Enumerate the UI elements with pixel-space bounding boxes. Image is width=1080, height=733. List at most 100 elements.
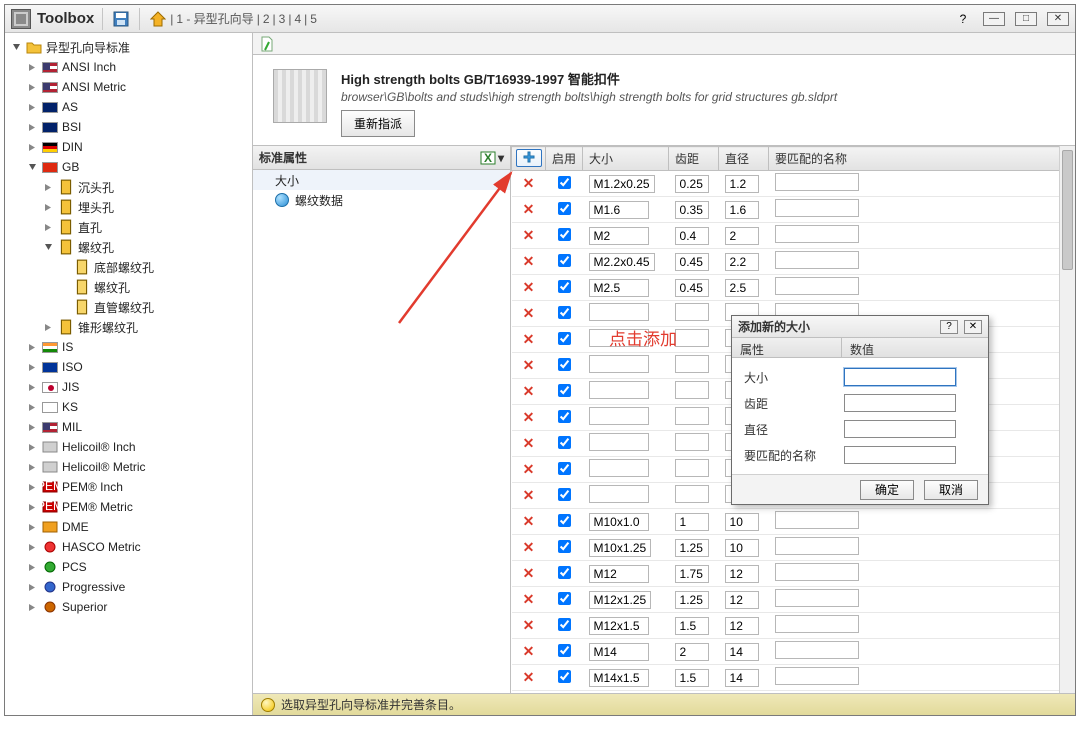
tree-bsi[interactable]: BSI [27, 117, 252, 137]
collapse-icon[interactable] [27, 162, 38, 173]
cell-size[interactable]: M10x1.25 [589, 539, 652, 557]
cell-size[interactable] [589, 303, 649, 321]
cell-size[interactable] [589, 433, 649, 451]
save-button[interactable] [111, 9, 131, 29]
cell-size[interactable]: M10x1.0 [589, 513, 649, 531]
delete-row-button[interactable]: ✕ [523, 279, 535, 295]
delete-row-button[interactable]: ✕ [523, 357, 535, 373]
standards-tree[interactable]: 异型孔向导标准 ANSI Inch ANSI Metric AS BSI DIN… [5, 33, 253, 715]
delete-row-button[interactable]: ✕ [523, 565, 535, 581]
cell-pitch[interactable] [675, 381, 709, 399]
add-row-button[interactable] [516, 149, 542, 167]
enable-checkbox[interactable] [558, 462, 571, 475]
col-size[interactable]: 大小 [583, 147, 669, 171]
delete-row-button[interactable]: ✕ [523, 175, 535, 191]
close-button[interactable]: ✕ [1047, 12, 1069, 26]
cell-pitch[interactable]: 1.5 [675, 669, 709, 687]
enable-checkbox[interactable] [558, 436, 571, 449]
delete-row-button[interactable]: ✕ [523, 331, 535, 347]
prop-size[interactable]: 大小 [253, 170, 510, 190]
cell-size[interactable]: M12 [589, 565, 649, 583]
cell-size[interactable]: M12x1.5 [589, 617, 649, 635]
collapse-icon[interactable] [43, 242, 54, 253]
table-row[interactable]: ✕M10x1.251.2510 [512, 535, 1075, 561]
enable-checkbox[interactable] [558, 566, 571, 579]
field-dia-input[interactable] [844, 420, 956, 438]
cell-dia[interactable]: 14 [725, 643, 759, 661]
tree-gb-countersink[interactable]: 埋头孔 [43, 197, 252, 217]
enable-checkbox[interactable] [558, 488, 571, 501]
tree-helicoil-metric[interactable]: Helicoil® Metric [27, 457, 252, 477]
tree-pem-inch[interactable]: PEMPEM® Inch [27, 477, 252, 497]
enable-checkbox[interactable] [558, 254, 571, 267]
field-pitch-input[interactable] [844, 394, 956, 412]
table-row[interactable]: ✕M14214 [512, 639, 1075, 665]
crumb-2[interactable]: 2 [260, 12, 273, 26]
cell-match[interactable] [775, 615, 859, 633]
field-size-input[interactable] [844, 368, 956, 386]
cell-dia[interactable]: 12 [725, 565, 759, 583]
tree-gb-straight[interactable]: 直孔 [43, 217, 252, 237]
delete-row-button[interactable]: ✕ [523, 591, 535, 607]
field-match-input[interactable] [844, 446, 956, 464]
cell-pitch[interactable]: 1.5 [675, 617, 709, 635]
enable-checkbox[interactable] [558, 332, 571, 345]
tree-ks[interactable]: KS [27, 397, 252, 417]
enable-checkbox[interactable] [558, 670, 571, 683]
prop-thread-data[interactable]: 螺纹数据 [253, 190, 510, 210]
delete-row-button[interactable]: ✕ [523, 617, 535, 633]
cell-size[interactable]: M2.5 [589, 279, 649, 297]
cell-pitch[interactable] [675, 303, 709, 321]
export-excel-button[interactable]: X▾ [480, 150, 504, 166]
enable-checkbox[interactable] [558, 228, 571, 241]
delete-row-button[interactable]: ✕ [523, 227, 535, 243]
cell-match[interactable] [775, 589, 859, 607]
cell-match[interactable] [775, 563, 859, 581]
tree-iso[interactable]: ISO [27, 357, 252, 377]
cell-pitch[interactable]: 1.75 [675, 565, 709, 583]
cell-pitch[interactable] [675, 355, 709, 373]
enable-checkbox[interactable] [558, 410, 571, 423]
cell-pitch[interactable]: 0.45 [675, 279, 709, 297]
cell-size[interactable] [589, 485, 649, 503]
table-row[interactable]: ✕M1.60.351.6 [512, 197, 1075, 223]
page-icon[interactable] [259, 36, 275, 52]
cell-pitch[interactable] [675, 329, 709, 347]
cell-pitch[interactable] [675, 407, 709, 425]
crumb-5[interactable]: 5 [307, 12, 320, 26]
tree-gb-thread[interactable]: 螺纹孔 [43, 237, 252, 257]
enable-checkbox[interactable] [558, 202, 571, 215]
cell-size[interactable] [589, 355, 649, 373]
cell-match[interactable] [775, 537, 859, 555]
enable-checkbox[interactable] [558, 280, 571, 293]
tree-is[interactable]: IS [27, 337, 252, 357]
enable-checkbox[interactable] [558, 176, 571, 189]
cell-dia[interactable]: 10 [725, 513, 759, 531]
tree-thread-bottom[interactable]: 底部螺纹孔 [59, 257, 252, 277]
cell-pitch[interactable] [675, 485, 709, 503]
delete-row-button[interactable]: ✕ [523, 201, 535, 217]
tree-thread-pipe[interactable]: 直管螺纹孔 [59, 297, 252, 317]
dialog-titlebar[interactable]: 添加新的大小 ? ✕ [732, 316, 988, 338]
delete-row-button[interactable]: ✕ [523, 539, 535, 555]
cell-size[interactable]: M14x1.5 [589, 669, 649, 687]
cell-dia[interactable]: 2.5 [725, 279, 759, 297]
cell-size[interactable]: M1.2x0.25 [589, 175, 655, 193]
tree-root[interactable]: 异型孔向导标准 [11, 37, 252, 57]
cell-match[interactable] [775, 667, 859, 685]
tree-superior[interactable]: Superior [27, 597, 252, 617]
enable-checkbox[interactable] [558, 384, 571, 397]
cell-match[interactable] [775, 251, 859, 269]
delete-row-button[interactable]: ✕ [523, 253, 535, 269]
cell-pitch[interactable]: 1.25 [675, 591, 709, 609]
cell-dia[interactable]: 14 [725, 669, 759, 687]
cell-size[interactable]: M2.2x0.45 [589, 253, 655, 271]
enable-checkbox[interactable] [558, 306, 571, 319]
col-dia[interactable]: 直径 [719, 147, 769, 171]
tree-thread-hole[interactable]: 螺纹孔 [59, 277, 252, 297]
cell-dia[interactable]: 2 [725, 227, 759, 245]
tree-gb-counterbore[interactable]: 沉头孔 [43, 177, 252, 197]
table-row[interactable]: ✕M12x1.251.2512 [512, 587, 1075, 613]
tree-gb-taperthread[interactable]: 锥形螺纹孔 [43, 317, 252, 337]
table-row[interactable]: ✕M14x1.51.514 [512, 665, 1075, 691]
